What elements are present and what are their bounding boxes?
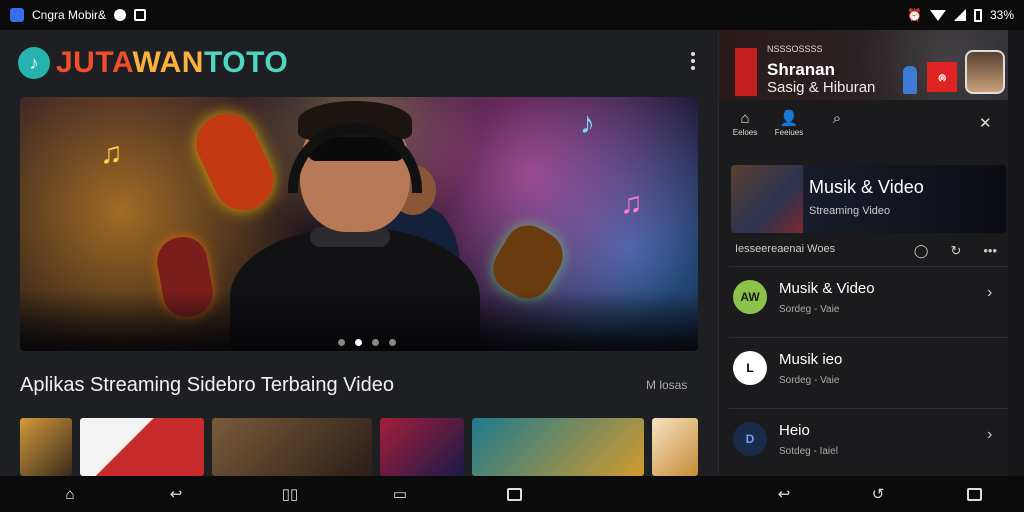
music-note-icon: ♪ <box>18 47 50 79</box>
image-icon <box>134 9 147 21</box>
panel-nav-home[interactable]: ⌂ Eeloes <box>723 110 767 137</box>
home-icon: ⌂ <box>740 110 750 127</box>
circle-icon <box>114 9 127 21</box>
comment-icon[interactable]: ◯ <box>914 243 929 259</box>
figure-icon <box>903 66 917 94</box>
panel-subtitle: Sasig & Hiburan <box>767 79 876 96</box>
hero-banner[interactable]: ♫ ♪ ♫ <box>20 97 698 351</box>
avatar: D <box>733 422 767 456</box>
music-note-graphic: ♫ <box>620 187 643 220</box>
search-icon: ⌕ <box>832 110 842 127</box>
more-icon[interactable]: ••• <box>983 243 997 259</box>
logo-part-1: JUTA <box>56 46 133 79</box>
back-icon[interactable]: ↩ <box>772 482 796 506</box>
panel-meta-row: Iesseereaenai Woes ◯ ↻ ••• <box>735 243 1005 259</box>
person-icon: 👤 <box>779 110 799 127</box>
video-thumbnail[interactable] <box>80 418 204 476</box>
video-thumbnail[interactable] <box>20 418 72 476</box>
square-icon[interactable] <box>502 482 526 506</box>
list-item-subtitle: Sordeg - Vaie <box>779 375 840 386</box>
battery-text: 33% <box>989 8 1014 22</box>
avatar: L <box>733 351 767 385</box>
panel-title: Shranan <box>767 60 836 79</box>
side-panel: NSSSOSSSS Shranan Sasig & Hiburan ၐ ⌂ Ee… <box>718 30 1009 476</box>
logo-text: JUTAWANTOTO <box>56 46 288 80</box>
refresh-icon[interactable]: ↻ <box>950 243 961 259</box>
divider <box>729 337 1009 338</box>
featured-card[interactable]: Musik & Video Streaming Video <box>731 165 1006 233</box>
avatar: AW <box>733 280 767 314</box>
red-logo-icon: ၐ <box>927 62 957 92</box>
divider <box>729 266 1009 267</box>
chevron-right-icon[interactable]: › <box>987 284 992 302</box>
video-thumbnail[interactable] <box>380 418 464 476</box>
carousel-dot[interactable] <box>389 339 396 346</box>
music-note-graphic: ♫ <box>100 137 123 170</box>
bottom-nav: ⌂ ↩ ▯▯ ▭ ↩ ↺ <box>0 476 1024 512</box>
list-item-title: Heio <box>779 422 810 439</box>
video-thumbnail[interactable] <box>652 418 698 476</box>
panel-nav: ⌂ Eeloes 👤 Feeiues ⌕ ✕ <box>719 110 1009 150</box>
undo-icon[interactable]: ↺ <box>866 482 890 506</box>
wifi-icon <box>929 9 946 21</box>
signal-icon <box>953 9 966 21</box>
featured-card-subtitle: Streaming Video <box>809 205 891 217</box>
list-item[interactable]: D Heio Sotdeg - Iaiel › <box>729 410 1009 476</box>
list-item[interactable]: AW Musik & Video Sordeg - Vaie › <box>729 268 1009 334</box>
alarm-icon: ⏰ <box>907 8 922 22</box>
featured-card-image <box>731 165 803 233</box>
section-title: Aplikas Streaming Sidebro Terbaing Video <box>20 374 394 396</box>
panel-nav-label: Feeiues <box>774 128 804 137</box>
status-app-name: Cngra Mobir& <box>32 8 107 22</box>
battery-icon <box>973 8 982 22</box>
carousel-dot-active[interactable] <box>355 339 362 346</box>
featured-card-title: Musik & Video <box>809 177 924 197</box>
panel-nav-label: Eeloes <box>732 128 758 137</box>
list-item-subtitle: Sordeg - Vaie <box>779 304 840 315</box>
video-thumbnail[interactable] <box>212 418 372 476</box>
panel-meta-text: Iesseereaenai Woes <box>735 243 836 255</box>
main-content: ♪ JUTAWANTOTO ♫ ♪ ♫ Aplikas Streaming Si… <box>0 30 718 476</box>
panel-nav-search[interactable]: ⌕ <box>815 110 859 128</box>
avatar[interactable] <box>965 50 1005 94</box>
back-icon[interactable]: ↩ <box>164 482 188 506</box>
divider <box>729 408 1009 409</box>
panel-nav-profile[interactable]: 👤 Feeiues <box>767 110 811 137</box>
app-icon <box>10 8 24 22</box>
video-thumbnail[interactable] <box>472 418 644 476</box>
carousel-dot[interactable] <box>372 339 379 346</box>
carousel-dot[interactable] <box>338 339 345 346</box>
video-thumbnail-row <box>20 418 698 476</box>
tv-icon[interactable]: ▭ <box>388 482 412 506</box>
list-item-subtitle: Sotdeg - Iaiel <box>779 446 838 457</box>
logo-part-3: TOTO <box>203 46 289 79</box>
chevron-right-icon[interactable]: › <box>987 426 992 444</box>
panel-tiny-text: NSSSOSSSS <box>767 44 823 54</box>
music-note-graphic: ♪ <box>580 107 595 140</box>
square-icon[interactable] <box>962 482 986 506</box>
more-menu-icon[interactable] <box>688 52 698 70</box>
carousel-dots[interactable] <box>338 339 396 346</box>
logo-part-2: WAN <box>132 46 204 79</box>
status-bar: Cngra Mobir& ⏰ 33% <box>0 0 1024 30</box>
section-more-link[interactable]: M losas <box>646 378 687 392</box>
list-item-title: Musik ieo <box>779 351 843 368</box>
youtube-logo-icon <box>735 48 757 96</box>
close-icon[interactable]: ✕ <box>979 114 992 132</box>
app-logo[interactable]: ♪ JUTAWANTOTO <box>18 46 288 80</box>
list-item-title: Musik & Video <box>779 280 875 297</box>
book-icon[interactable]: ▯▯ <box>278 482 302 506</box>
panel-header: NSSSOSSSS Shranan Sasig & Hiburan ၐ <box>719 30 1009 100</box>
home-icon[interactable]: ⌂ <box>58 482 82 506</box>
edge-strip <box>1008 30 1024 476</box>
list-item[interactable]: L Musik ieo Sordeg - Vaie <box>729 339 1009 405</box>
